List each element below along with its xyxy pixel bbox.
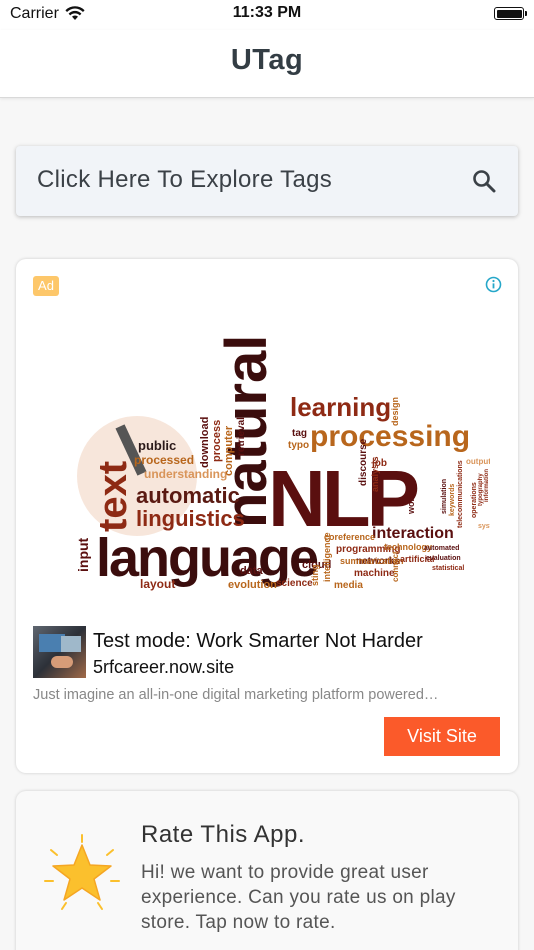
word-input: input (75, 537, 91, 572)
rate-description: Hi! we want to provide great user experi… (141, 862, 456, 933)
word-media: media (334, 580, 363, 591)
word-tag: tag (292, 428, 307, 439)
word-download: download (199, 417, 211, 468)
word-understanding: understanding (144, 467, 227, 481)
word-retrieval: retrieval (236, 417, 247, 456)
word-computer: computer (223, 425, 235, 476)
word-discourse: discourse (358, 438, 369, 486)
word-linguistics: linguistics (136, 506, 245, 531)
word-processed: processed (134, 453, 194, 467)
rate-app-card[interactable]: Rate This App. Hi! we want to provide gr… (16, 791, 518, 950)
word-word: word (406, 493, 416, 516)
word-text: text (91, 461, 135, 532)
word-process: process (211, 420, 223, 462)
ad-headline[interactable]: Test mode: Work Smarter Not Harder (93, 630, 423, 653)
app-title: UTag (230, 44, 304, 76)
search-icon (473, 170, 496, 193)
nav-bar: UTag (0, 30, 534, 98)
word-telecommunications: telecommunications (457, 460, 464, 528)
status-bar: Carrier 11:33 PM (0, 0, 534, 30)
word-typo: typo (288, 440, 309, 451)
battery-icon (494, 7, 527, 20)
ad-image-word-cloud: natural NLP language text automatic ling… (75, 336, 490, 591)
word-operations: operations (471, 482, 478, 518)
word-keywords: keywords (449, 484, 456, 516)
word-output: output (466, 457, 490, 466)
word-learning: learning (290, 392, 391, 422)
explore-tags-label: Click Here To Explore Tags (37, 166, 333, 193)
word-design: design (390, 397, 400, 426)
word-intelligence: intelligence (322, 532, 332, 582)
word-interaction: interaction (372, 525, 454, 542)
word-evaluation: evaluation (426, 555, 461, 562)
ad-card[interactable]: Ad natural NLP language text automatic l… (16, 259, 518, 773)
ad-domain: 5rfcareer.now.site (93, 657, 235, 677)
info-icon[interactable] (485, 276, 502, 293)
word-automated: automated (424, 545, 459, 552)
word-layout: layout (140, 577, 175, 591)
word-public: public (138, 438, 176, 453)
word-science: science (276, 578, 313, 589)
word-systems: systems (478, 523, 490, 530)
status-time: 11:33 PM (232, 4, 302, 21)
rate-title: Rate This App. (141, 821, 305, 848)
word-simulation: simulation (441, 479, 448, 514)
word-machine: machine (354, 568, 395, 579)
star-icon (44, 834, 120, 910)
word-automatic: automatic (136, 483, 240, 508)
word-statistical: statistical (432, 565, 464, 572)
word-job: job (371, 458, 387, 469)
word-connect: connect (391, 551, 400, 582)
word-sting: sting (310, 565, 320, 587)
word-data: data (240, 565, 264, 577)
word-evolution: evolution (228, 579, 277, 591)
ad-badge: Ad (33, 276, 59, 296)
ad-thumbnail (33, 626, 86, 678)
explore-tags-button[interactable]: Click Here To Explore Tags (16, 146, 518, 216)
ad-description: Just imagine an all-in-one digital marke… (33, 687, 439, 703)
visit-site-button[interactable]: Visit Site (384, 717, 500, 756)
